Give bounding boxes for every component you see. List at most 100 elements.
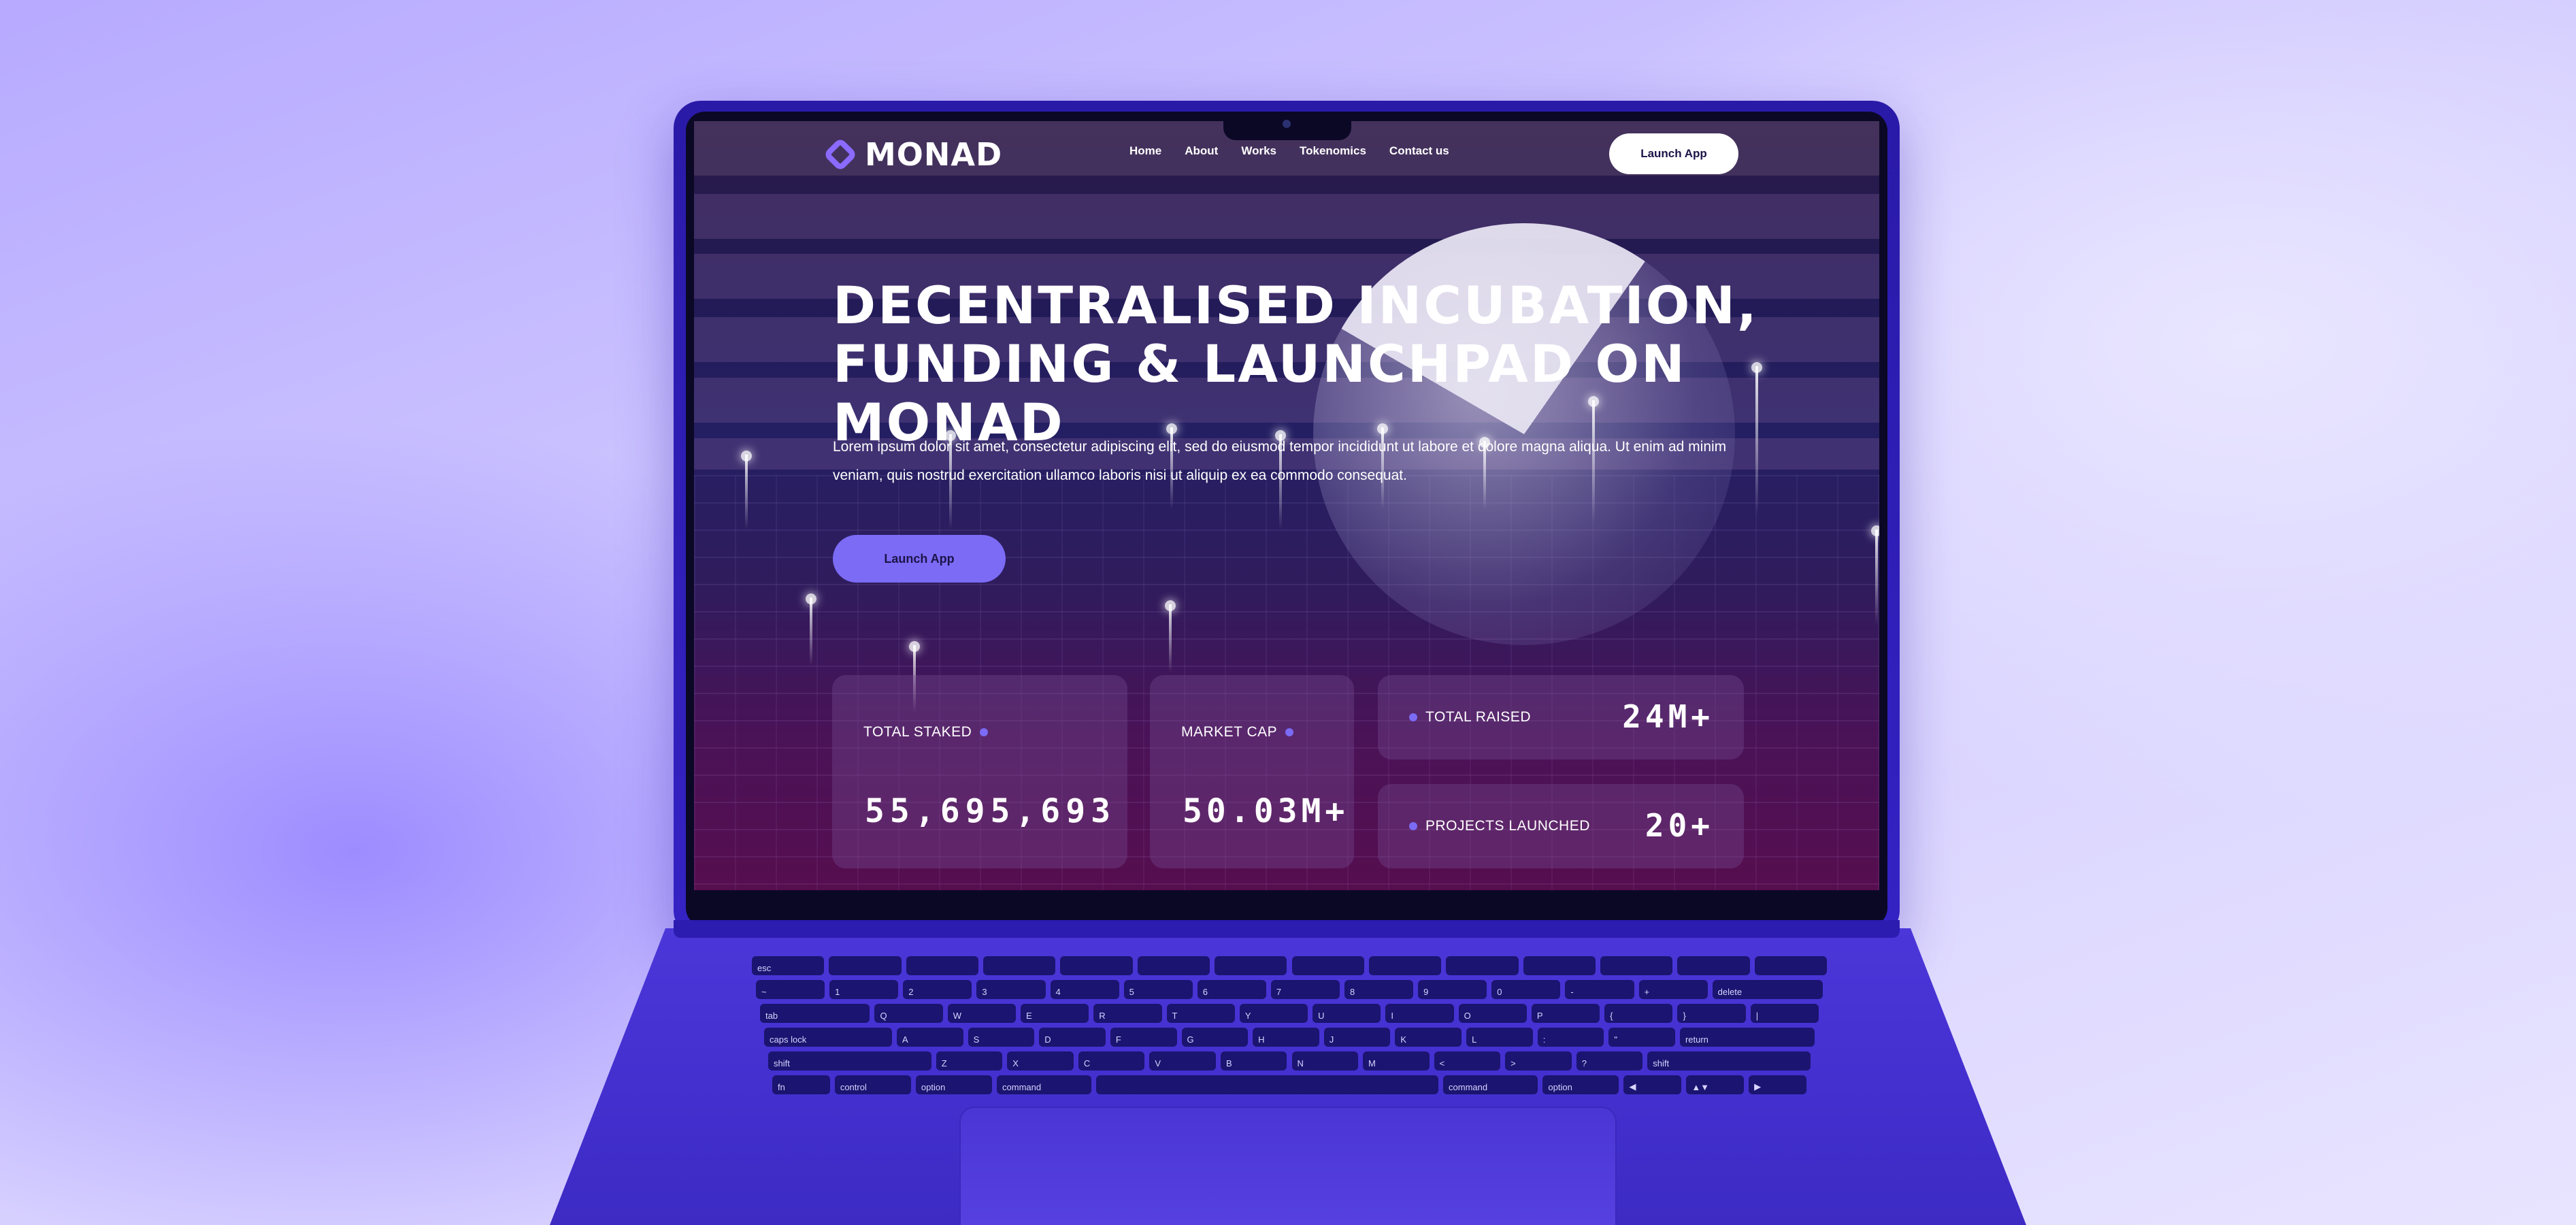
keyboard-key[interactable]: S	[968, 1028, 1035, 1047]
keyboard-key[interactable]: 5	[1123, 980, 1193, 999]
monad-logo-icon	[823, 137, 858, 172]
keyboard-key[interactable]: T	[1166, 1004, 1235, 1023]
stat-card-projects-launched: PROJECTS LAUNCHED 20+	[1378, 784, 1744, 868]
keyboard-key[interactable]: 1	[829, 980, 899, 999]
keyboard-key[interactable]: fn	[772, 1075, 830, 1094]
keyboard-key[interactable]	[1060, 956, 1133, 975]
keyboard-key[interactable]: command	[1443, 1075, 1538, 1094]
keyboard-key[interactable]	[906, 956, 979, 975]
keyboard-key[interactable]: +	[1638, 980, 1708, 999]
nav-link-home[interactable]: Home	[1129, 144, 1161, 158]
keyboard-key[interactable]: Y	[1239, 1004, 1308, 1023]
keyboard-key[interactable]: >	[1505, 1051, 1572, 1071]
stat-value: 50.03M+	[1183, 792, 1349, 830]
keyboard-key[interactable]: M	[1363, 1051, 1430, 1071]
keyboard-key[interactable]: option	[915, 1075, 992, 1094]
keyboard-key[interactable]: H	[1253, 1028, 1319, 1047]
keyboard-key[interactable]: O	[1458, 1004, 1527, 1023]
hero-launch-app-button[interactable]: Launch App	[833, 535, 1006, 583]
keyboard-key[interactable]: }	[1677, 1004, 1746, 1023]
keyboard-key[interactable]: K	[1395, 1028, 1462, 1047]
keyboard: esc ~1 2 3 4 5 6 7 8 9 0- + delete tab Q W E R T Y U I O P{} | ca…	[752, 956, 1827, 1099]
keyboard-key[interactable]: D	[1039, 1028, 1106, 1047]
keyboard-key[interactable]: 7	[1270, 980, 1340, 999]
keyboard-key[interactable]: G	[1181, 1028, 1249, 1047]
keyboard-key[interactable]: return	[1679, 1028, 1815, 1047]
logo[interactable]: MONAD	[823, 136, 1002, 173]
keyboard-key[interactable]: <	[1434, 1051, 1501, 1071]
dot-icon	[1409, 822, 1417, 830]
keyboard-key[interactable]	[1600, 956, 1673, 975]
keyboard-key[interactable]	[1215, 956, 1287, 975]
keyboard-key[interactable]: 6	[1197, 980, 1266, 999]
stat-label: PROJECTS LAUNCHED	[1409, 818, 1590, 834]
keyboard-key[interactable]	[1291, 956, 1364, 975]
keyboard-key[interactable]: X	[1007, 1051, 1074, 1071]
keyboard-key[interactable]: ~	[756, 980, 825, 999]
keyboard-key[interactable]: caps lock	[764, 1028, 892, 1047]
hero-headline: DECENTRALISED INCUBATION, FUNDING & LAUN…	[833, 276, 1785, 452]
keyboard-key[interactable]: B	[1220, 1051, 1287, 1071]
keyboard-key[interactable]: W	[947, 1004, 1016, 1023]
keyboard-key[interactable]: F	[1110, 1028, 1177, 1047]
keyboard-key[interactable]: "	[1608, 1028, 1675, 1047]
keyboard-key[interactable]: 9	[1418, 980, 1487, 999]
nav-link-works[interactable]: Works	[1241, 144, 1276, 158]
keyboard-key[interactable]: Z	[936, 1051, 1003, 1071]
keyboard-key[interactable]: P	[1531, 1004, 1600, 1023]
nav-link-about[interactable]: About	[1185, 144, 1218, 158]
keyboard-key[interactable]: A	[896, 1028, 963, 1047]
keyboard-key[interactable]	[1368, 956, 1442, 975]
keyboard-key[interactable]: ?	[1576, 1051, 1643, 1071]
keyboard-key[interactable]: 2	[903, 980, 972, 999]
keyboard-key[interactable]: tab	[760, 1004, 870, 1023]
camera-icon	[1283, 120, 1291, 128]
stat-label: TOTAL STAKED	[863, 724, 989, 740]
keyboard-key[interactable]	[1137, 956, 1210, 975]
keyboard-key[interactable]: 4	[1050, 980, 1119, 999]
keyboard-key[interactable]: 0	[1491, 980, 1561, 999]
scene: MONAD Home About Works Tokenomics Contac…	[0, 0, 2576, 1225]
stat-card-total-staked: TOTAL STAKED 55,695,693	[832, 675, 1127, 868]
nav-launch-app-button[interactable]: Launch App	[1609, 133, 1738, 174]
keyboard-key[interactable]	[1754, 956, 1827, 975]
keyboard-key[interactable]: ▲▼	[1686, 1075, 1745, 1094]
nav-link-tokenomics[interactable]: Tokenomics	[1300, 144, 1366, 158]
keyboard-key[interactable]: shift	[1647, 1051, 1811, 1071]
keyboard-key[interactable]: L	[1466, 1028, 1533, 1047]
keyboard-key[interactable]: {	[1604, 1004, 1673, 1023]
laptop-hinge	[674, 920, 1900, 938]
keyboard-key[interactable]	[829, 956, 902, 975]
keyboard-key[interactable]: N	[1291, 1051, 1359, 1071]
keyboard-key[interactable]: shift	[768, 1051, 931, 1071]
trackpad[interactable]	[959, 1107, 1617, 1225]
keyboard-key[interactable]: U	[1312, 1004, 1381, 1023]
keyboard-key[interactable]: 3	[976, 980, 1046, 999]
keyboard-key[interactable]	[1096, 1075, 1439, 1094]
keyboard-key[interactable]: option	[1542, 1075, 1619, 1094]
keyboard-key[interactable]	[1446, 956, 1519, 975]
keyboard-key[interactable]: delete	[1712, 980, 1823, 999]
keyboard-key[interactable]: Q	[874, 1004, 943, 1023]
dot-icon	[1409, 713, 1417, 721]
keyboard-key[interactable]: ◀	[1623, 1075, 1682, 1094]
keyboard-key[interactable]: command	[997, 1075, 1092, 1094]
keyboard-key[interactable]: R	[1093, 1004, 1162, 1023]
keyboard-key[interactable]: V	[1149, 1051, 1216, 1071]
keyboard-key[interactable]: E	[1021, 1004, 1089, 1023]
keyboard-key[interactable]: I	[1385, 1004, 1454, 1023]
keyboard-key[interactable]: -	[1565, 980, 1634, 999]
nav-link-contact[interactable]: Contact us	[1389, 144, 1449, 158]
keyboard-key[interactable]	[1523, 956, 1596, 975]
keyboard-key[interactable]: control	[834, 1075, 911, 1094]
stat-card-market-cap: MARKET CAP 50.03M+	[1150, 675, 1354, 868]
keyboard-key[interactable]: :	[1537, 1028, 1604, 1047]
keyboard-key[interactable]: J	[1323, 1028, 1391, 1047]
keyboard-key[interactable]: 8	[1344, 980, 1414, 999]
keyboard-key[interactable]: |	[1750, 1004, 1819, 1023]
keyboard-key[interactable]	[1677, 956, 1750, 975]
keyboard-key[interactable]: esc	[752, 956, 825, 975]
keyboard-key[interactable]: C	[1078, 1051, 1145, 1071]
keyboard-key[interactable]	[983, 956, 1056, 975]
keyboard-key[interactable]: ▶	[1749, 1075, 1806, 1094]
